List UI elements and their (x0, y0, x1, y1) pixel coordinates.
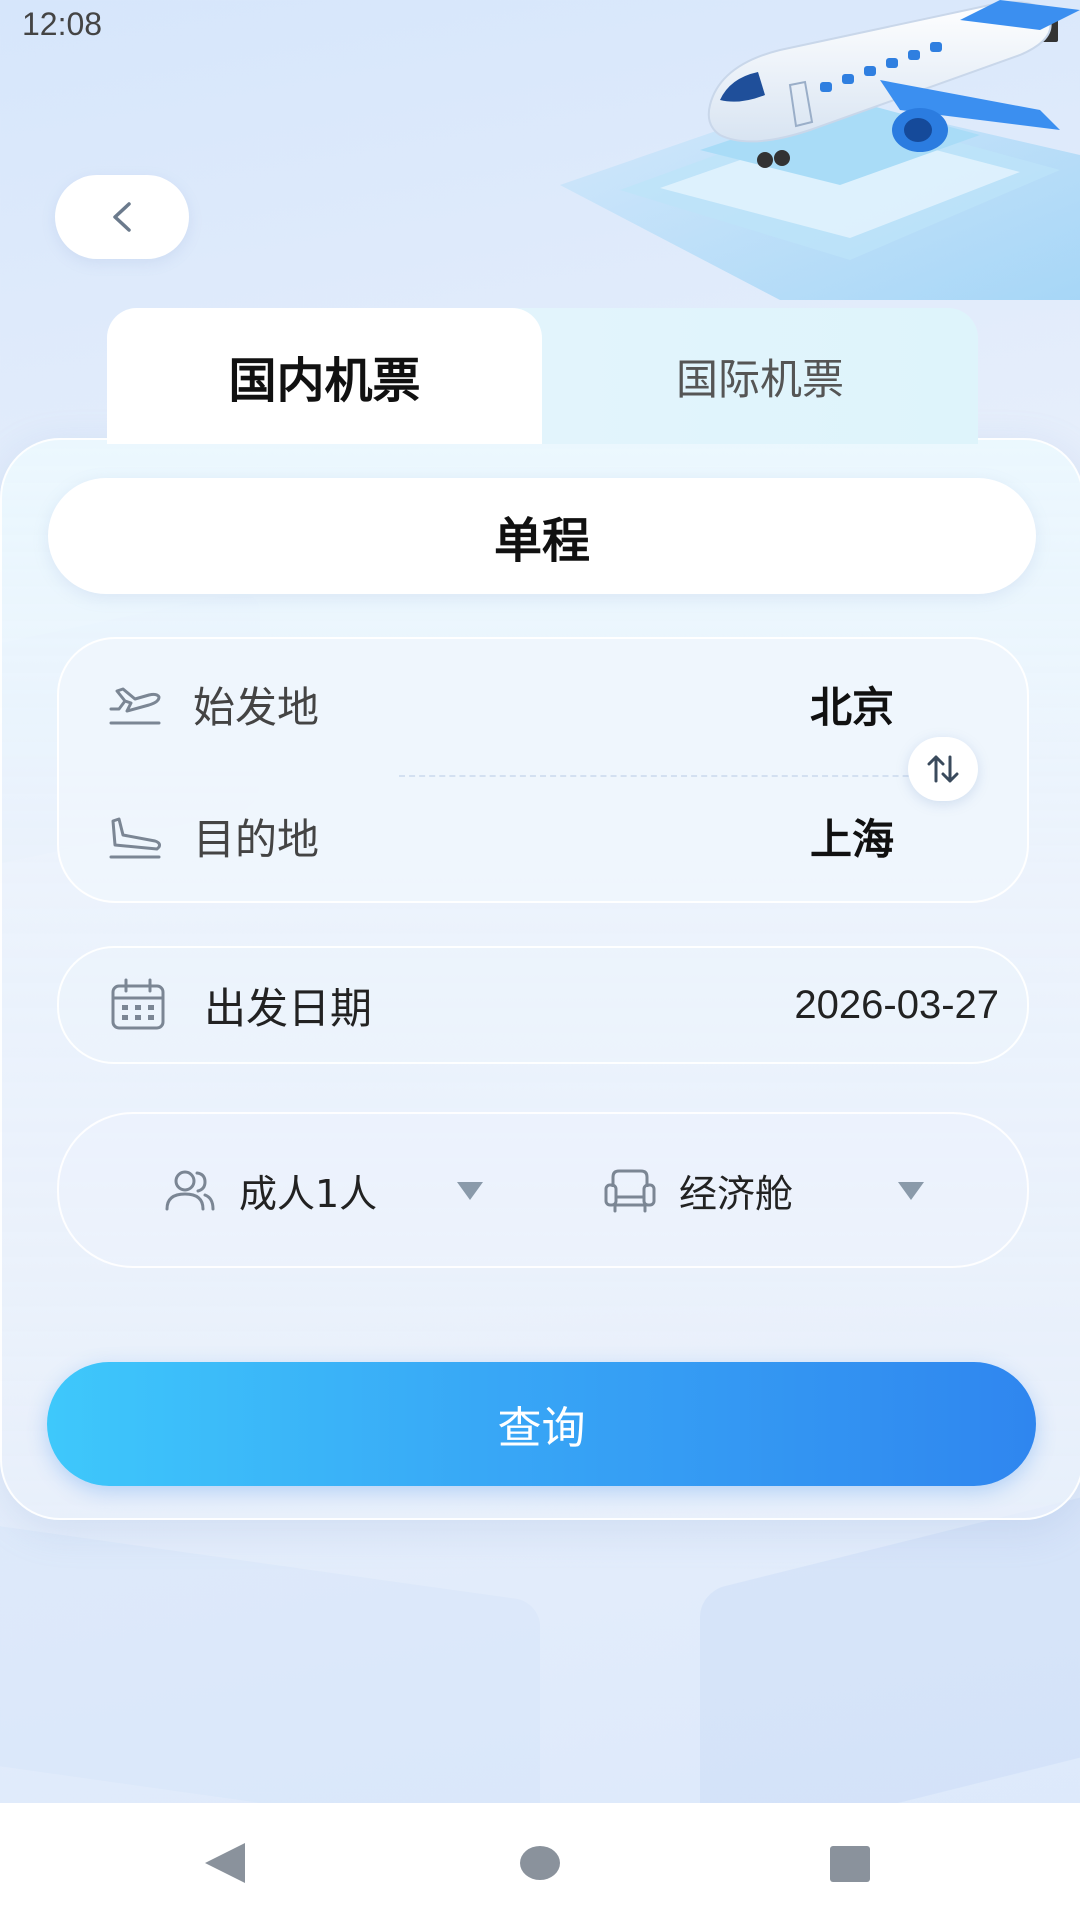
landing-icon (109, 817, 161, 859)
departure-date-field[interactable]: 出发日期 2026-03-27 (57, 946, 1029, 1064)
nav-recents-icon[interactable] (830, 1846, 870, 1882)
origin-label: 始发地 (193, 682, 320, 732)
nav-home-icon[interactable] (520, 1846, 560, 1880)
system-nav-bar (0, 1803, 1080, 1920)
cabin-value: 经济舱 (679, 1171, 794, 1216)
calendar-icon (111, 978, 165, 1030)
destination-value: 上海 (809, 814, 894, 864)
search-button[interactable]: 查询 (47, 1362, 1036, 1486)
origin-value: 北京 (809, 682, 894, 732)
origin-row[interactable]: 始发地 北京 (59, 639, 1027, 769)
destination-row[interactable]: 目的地 上海 (59, 771, 1027, 901)
cabin-dropdown-caret-icon[interactable] (898, 1182, 924, 1200)
takeoff-icon (109, 687, 161, 725)
nav-back-icon[interactable] (205, 1843, 245, 1883)
passenger-value: 成人1人 (239, 1171, 378, 1216)
swap-arrows-icon (927, 755, 959, 783)
seat-icon (604, 1169, 656, 1213)
trip-type-one-way[interactable]: 单程 (48, 478, 1036, 594)
ticket-tabs: 国内机票 国际机票 (107, 308, 978, 444)
chevron-left-icon (113, 202, 131, 232)
route-selector: 始发地 北京 目的地 上海 (57, 637, 1029, 903)
tab-international[interactable]: 国际机票 (542, 308, 978, 444)
departure-date-value: 2026-03-27 (794, 982, 999, 1027)
people-icon (165, 1170, 215, 1211)
passenger-cabin-options: 成人1人 经济舱 (57, 1112, 1029, 1268)
back-button[interactable] (55, 175, 189, 259)
swap-route-button[interactable] (908, 737, 978, 801)
status-time: 12:08 (22, 6, 103, 42)
airplane-illustration (520, 0, 1080, 300)
passenger-selector[interactable]: 成人1人 (163, 1114, 377, 1266)
departure-date-label: 出发日期 (204, 983, 373, 1033)
tab-domestic[interactable]: 国内机票 (107, 308, 542, 444)
passenger-dropdown-caret-icon[interactable] (457, 1182, 483, 1200)
cabin-selector[interactable]: 经济舱 (603, 1114, 793, 1266)
destination-label: 目的地 (193, 814, 320, 864)
